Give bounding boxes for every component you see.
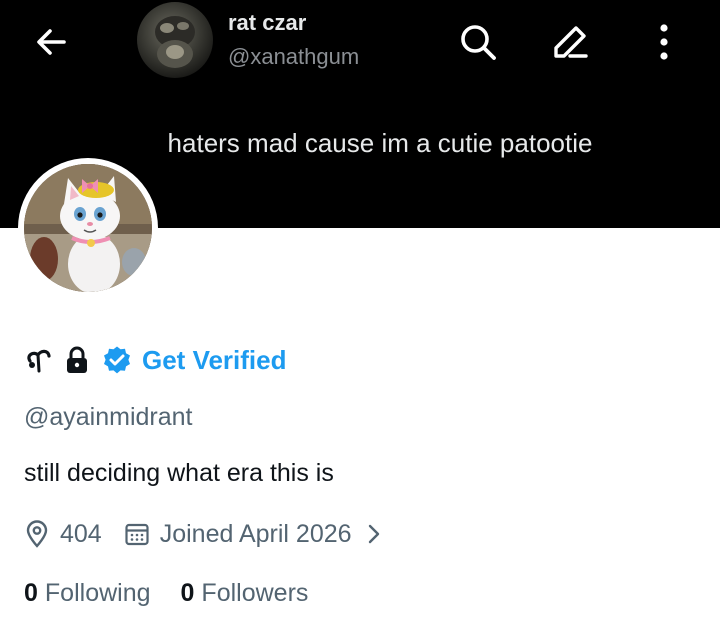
lock-icon <box>67 346 87 373</box>
following-label: Following <box>44 578 151 607</box>
profile-location: 404 <box>60 519 102 548</box>
profile-avatar[interactable] <box>18 158 158 298</box>
profile-name-row: Get Verified <box>24 340 287 380</box>
cursive-glyph-icon <box>27 349 51 373</box>
profile-meta-row: 404 Joined April 2026 <box>24 516 382 552</box>
more-options-button[interactable] <box>642 20 686 64</box>
header-avatar <box>137 2 213 78</box>
chevron-right-icon[interactable] <box>366 522 382 546</box>
follow-stats-row: 0 Following 0 Followers <box>24 576 308 610</box>
profile-bio: still deciding what era this is <box>24 459 334 487</box>
followers-link[interactable]: 0 Followers <box>181 579 309 608</box>
profile-handle: @ayainmidrant <box>24 403 193 431</box>
get-verified-link[interactable]: Get Verified <box>142 345 287 376</box>
header-display-name: rat czar <box>228 10 307 35</box>
edit-profile-button[interactable] <box>548 20 592 64</box>
banner-caption: haters mad cause im a cutie patootie <box>167 128 593 158</box>
verified-badge-icon[interactable] <box>102 345 132 375</box>
location-pin-icon <box>26 520 48 548</box>
more-vertical-icon <box>660 24 668 60</box>
following-link[interactable]: 0 Following <box>24 579 151 608</box>
search-button[interactable] <box>456 20 500 64</box>
back-button[interactable] <box>30 22 74 62</box>
search-icon <box>461 25 496 60</box>
followers-label: Followers <box>201 578 309 607</box>
back-arrow-icon <box>37 29 66 55</box>
following-count: 0 <box>24 578 38 607</box>
cat-avatar-image <box>24 164 152 292</box>
calendar-icon <box>125 523 149 546</box>
profile-joined-date: Joined April 2026 <box>159 519 352 548</box>
header-handle: @xanathgum <box>228 44 360 69</box>
edit-pencil-icon <box>554 26 588 58</box>
followers-count: 0 <box>180 578 195 607</box>
